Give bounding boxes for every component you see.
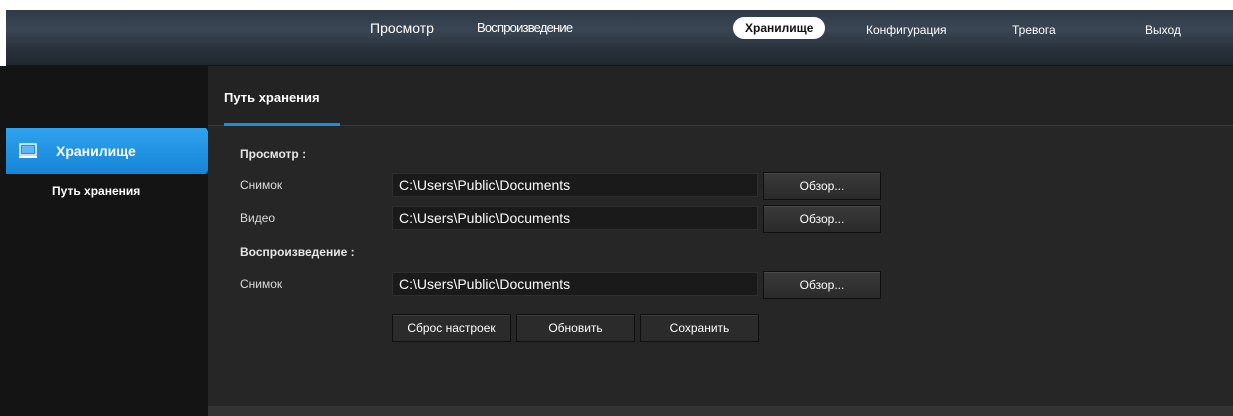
nav-item-preview[interactable]: Просмотр	[370, 18, 434, 38]
refresh-button[interactable]: Обновить	[516, 314, 635, 342]
playback-snapshot-path-field[interactable]	[392, 272, 758, 296]
nav-item-configuration[interactable]: Конфигурация	[866, 20, 947, 40]
main-panel-footer	[208, 406, 1233, 416]
video-label: Видео	[240, 211, 276, 225]
nav-item-storage[interactable]: Хранилище	[733, 17, 826, 39]
playback-snapshot-label: Снимок	[240, 277, 283, 291]
video-path-field[interactable]	[392, 206, 758, 230]
section-playback-label: Воспроизведение :	[240, 245, 355, 259]
nav-item-alarm[interactable]: Тревога	[1012, 20, 1056, 40]
tab-strip	[208, 66, 1233, 126]
video-browse-button[interactable]: Обзор...	[763, 205, 881, 233]
save-button[interactable]: Сохранить	[640, 314, 759, 342]
section-preview-label: Просмотр :	[240, 147, 307, 161]
tab-active-indicator	[224, 123, 340, 126]
nav-item-playback[interactable]: Воспроизведение	[477, 18, 573, 38]
sidebar-item-storage-path[interactable]: Путь хранения	[52, 184, 140, 198]
tab-storage-path[interactable]: Путь хранения	[224, 90, 320, 105]
reset-settings-button[interactable]: Сброс настроек	[392, 314, 511, 342]
snapshot-path-field[interactable]	[392, 173, 758, 197]
sidebar-section-title: Хранилище	[56, 143, 136, 159]
snapshot-browse-button[interactable]: Обзор...	[763, 172, 881, 200]
monitor-icon	[18, 143, 38, 159]
sidebar	[0, 66, 208, 416]
playback-snapshot-browse-button[interactable]: Обзор...	[763, 271, 881, 299]
nav-item-exit[interactable]: Выход	[1145, 20, 1181, 40]
snapshot-label: Снимок	[240, 178, 283, 192]
